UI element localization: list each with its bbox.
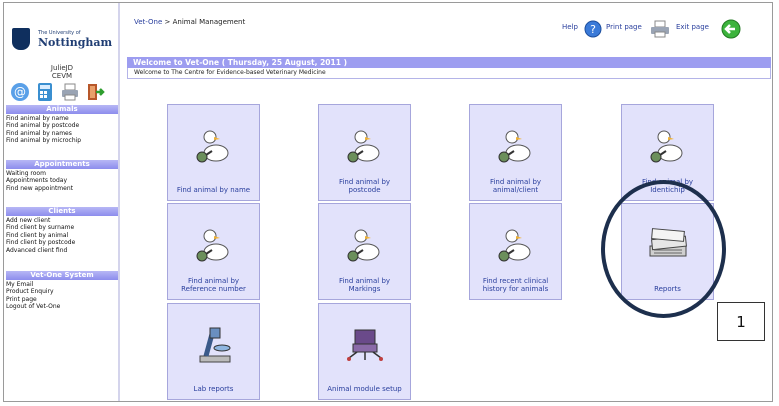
exit-arrow-icon[interactable] xyxy=(721,19,741,41)
user-dept: CEVM xyxy=(51,72,73,80)
breadcrumb-current: Animal Management xyxy=(172,18,246,26)
sidebar-animals-links: Find animal by name Find animal by postc… xyxy=(6,115,120,145)
print-page-link[interactable]: Print page xyxy=(606,23,642,31)
breadcrumb-home-link[interactable]: Vet-One xyxy=(134,18,162,26)
university-logo: The University of Nottingham xyxy=(10,25,114,55)
tile-find-animal-by-postcode[interactable]: Find animal by postcode xyxy=(318,104,411,201)
svg-text:?: ? xyxy=(590,23,596,36)
sidebar-item-find-client-by-postcode[interactable]: Find client by postcode xyxy=(6,239,120,246)
tile-label: Find animal by animal/client xyxy=(489,178,542,194)
sidebar-appointments-links: Waiting room Appointments today Find new… xyxy=(6,170,120,192)
sidebar-system-links: My Email Product Enquiry Print page Logo… xyxy=(6,281,120,311)
tile-label: Find recent clinical history for animals xyxy=(482,277,549,293)
sidebar-item-add-new-client[interactable]: Add new client xyxy=(6,217,120,224)
duck-magnifier-icon xyxy=(192,123,236,169)
sidebar-section-clients: Clients xyxy=(6,207,118,216)
duck-magnifier-icon xyxy=(343,123,387,169)
sidebar-item-product-enquiry[interactable]: Product Enquiry xyxy=(6,288,120,295)
microscope-icon xyxy=(192,322,236,368)
sidebar-item-find-client-by-animal[interactable]: Find client by animal xyxy=(6,232,120,239)
top-links: Help ? Print page Exit page xyxy=(562,17,772,39)
quick-icons: @ xyxy=(10,82,120,104)
sidebar: The University of Nottingham JulieJD CEV… xyxy=(4,3,120,401)
sidebar-item-find-animal-by-postcode[interactable]: Find animal by postcode xyxy=(6,122,120,129)
duck-magnifier-icon xyxy=(646,123,690,169)
duck-magnifier-icon xyxy=(343,222,387,268)
sidebar-item-find-client-by-surname[interactable]: Find client by surname xyxy=(6,224,120,231)
sidebar-item-logout[interactable]: Logout of Vet-One xyxy=(6,303,120,310)
setup-icon xyxy=(343,322,387,368)
sidebar-item-waiting-room[interactable]: Waiting room xyxy=(6,170,120,177)
duck-magnifier-icon xyxy=(192,222,236,268)
tile-label: Animal module setup xyxy=(327,385,402,393)
sidebar-item-my-email[interactable]: My Email xyxy=(6,281,120,288)
exit-page-link[interactable]: Exit page xyxy=(676,23,709,31)
tile-find-animal-by-markings[interactable]: Find animal by Markings xyxy=(318,203,411,300)
sidebar-section-animals: Animals xyxy=(6,105,118,114)
highlight-circle xyxy=(601,180,726,318)
user-name: JulieJD xyxy=(50,64,74,72)
sidebar-clients-links: Add new client Find client by surname Fi… xyxy=(6,217,120,254)
help-icon[interactable]: ? xyxy=(584,20,602,40)
logout-icon[interactable] xyxy=(85,82,105,102)
logo-big-text: Nottingham xyxy=(38,36,113,49)
help-link[interactable]: Help xyxy=(562,23,578,31)
duck-magnifier-icon xyxy=(494,222,538,268)
tile-find-recent-clinical-history[interactable]: Find recent clinical history for animals xyxy=(469,203,562,300)
welcome-title: Welcome to Vet-One ( Thursday, 25 August… xyxy=(127,57,771,68)
sidebar-item-find-new-appointment[interactable]: Find new appointment xyxy=(6,185,120,192)
callout-number: 1 xyxy=(717,302,765,341)
email-icon[interactable]: @ xyxy=(10,82,30,102)
sidebar-divider xyxy=(118,3,120,401)
printer-icon[interactable] xyxy=(60,82,80,102)
tile-find-animal-by-reference-number[interactable]: Find animal by Reference number xyxy=(167,203,260,300)
tile-find-animal-by-name[interactable]: Find animal by name xyxy=(167,104,260,201)
sidebar-item-print-page[interactable]: Print page xyxy=(6,296,120,303)
print-icon[interactable] xyxy=(650,20,670,40)
sidebar-section-appointments: Appointments xyxy=(6,160,118,169)
tile-find-animal-by-animal-client[interactable]: Find animal by animal/client xyxy=(469,104,562,201)
duck-magnifier-icon xyxy=(494,123,538,169)
welcome-message: Welcome to The Centre for Evidence-based… xyxy=(127,68,771,79)
sidebar-item-find-animal-by-name[interactable]: Find animal by name xyxy=(6,115,120,122)
calculator-icon[interactable] xyxy=(35,82,55,102)
crest-icon xyxy=(12,28,30,50)
sidebar-item-appointments-today[interactable]: Appointments today xyxy=(6,177,120,184)
tile-label: Find animal by Reference number xyxy=(181,277,246,293)
tile-lab-reports[interactable]: Lab reports xyxy=(167,303,260,400)
tile-label: Find animal by postcode xyxy=(338,178,391,194)
sidebar-item-find-animal-by-names[interactable]: Find animal by names xyxy=(6,130,120,137)
tile-label: Find animal by name xyxy=(176,186,251,194)
sidebar-item-find-animal-by-microchip[interactable]: Find animal by microchip xyxy=(6,137,120,144)
sidebar-item-advanced-client-find[interactable]: Advanced client find xyxy=(6,247,120,254)
svg-text:@: @ xyxy=(14,85,26,99)
tile-label: Find animal by Markings xyxy=(338,277,391,293)
sidebar-section-vet-one-system: Vet-One System xyxy=(6,271,118,280)
tile-label: Lab reports xyxy=(193,385,234,393)
tile-animal-module-setup[interactable]: Animal module setup xyxy=(318,303,411,400)
breadcrumb-separator: > xyxy=(164,18,171,26)
breadcrumb: Vet-One > Animal Management xyxy=(134,18,245,26)
